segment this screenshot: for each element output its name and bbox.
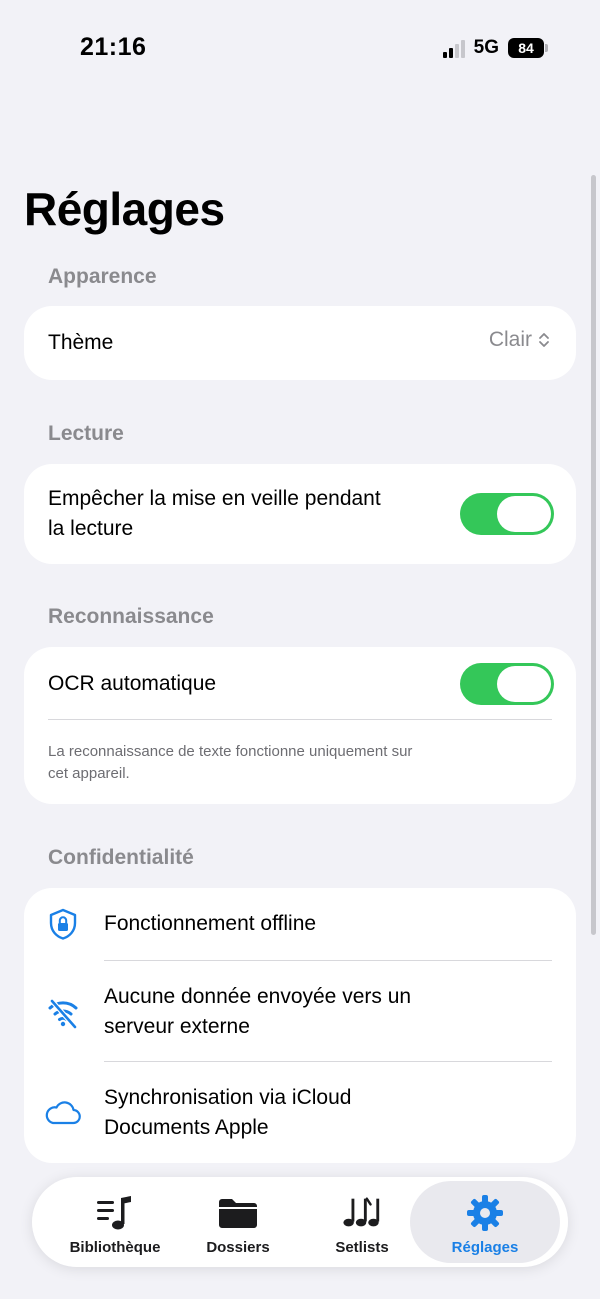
privacy-item-offline: Fonctionnement offline <box>104 912 317 935</box>
tab-settings[interactable]: Réglages <box>410 1181 560 1263</box>
ocr-toggle[interactable] <box>460 663 554 705</box>
status-bar: 21:16 5G 84 <box>0 0 600 100</box>
divider <box>104 1061 552 1062</box>
network-type: 5G <box>473 37 499 58</box>
ocr-card: OCR automatique La reconnaissance de tex… <box>24 647 576 804</box>
scroll-indicator[interactable] <box>591 175 596 935</box>
tab-setlists-label: Setlists <box>335 1239 389 1256</box>
theme-picker[interactable]: Clair <box>489 328 550 352</box>
tab-settings-label: Réglages <box>451 1239 519 1256</box>
prevent-sleep-label: Empêcher la mise en veille pendant la le… <box>48 487 381 540</box>
folder-icon <box>217 1193 259 1233</box>
music-list-icon <box>94 1193 136 1233</box>
divider <box>48 719 552 720</box>
status-time: 21:16 <box>80 33 147 61</box>
section-header-appearance: Apparence <box>48 265 157 288</box>
chevron-up-down-icon <box>539 333 549 347</box>
battery-icon: 84 <box>508 38 548 58</box>
section-header-privacy: Confidentialité <box>48 846 194 869</box>
music-notes-icon <box>341 1193 383 1233</box>
ocr-footnote: La reconnaissance de texte fonctionne un… <box>48 743 413 782</box>
privacy-item-no-data: Aucune donnée envoyée vers un serveur ex… <box>104 985 412 1038</box>
cellular-signal-icon <box>442 38 465 58</box>
tab-library-label: Bibliothèque <box>69 1239 161 1256</box>
prevent-sleep-row[interactable]: Empêcher la mise en veille pendant la le… <box>24 464 576 564</box>
gear-icon <box>464 1193 506 1233</box>
status-indicators: 5G 84 <box>442 37 548 59</box>
section-header-recognition: Reconnaissance <box>48 605 214 628</box>
theme-row[interactable]: Thème Clair <box>24 306 576 380</box>
section-header-playback: Lecture <box>48 422 124 445</box>
wifi-off-icon <box>48 999 78 1029</box>
privacy-item-icloud: Synchronisation via iCloud Documents App… <box>104 1086 352 1139</box>
theme-label: Thème <box>48 331 114 354</box>
privacy-card: Fonctionnement offline Aucune donnée env… <box>24 888 576 1163</box>
divider <box>104 960 552 961</box>
tab-folders-label: Dossiers <box>206 1239 270 1256</box>
cloud-icon <box>45 1101 81 1125</box>
shield-lock-icon <box>49 908 77 940</box>
prevent-sleep-toggle[interactable] <box>460 493 554 535</box>
theme-value: Clair <box>488 328 532 351</box>
ocr-label: OCR automatique <box>48 672 217 695</box>
battery-level: 84 <box>508 38 544 58</box>
tab-bar: Bibliothèque Dossiers Setlists Réglages <box>32 1177 568 1267</box>
page-title: Réglages <box>24 183 225 235</box>
